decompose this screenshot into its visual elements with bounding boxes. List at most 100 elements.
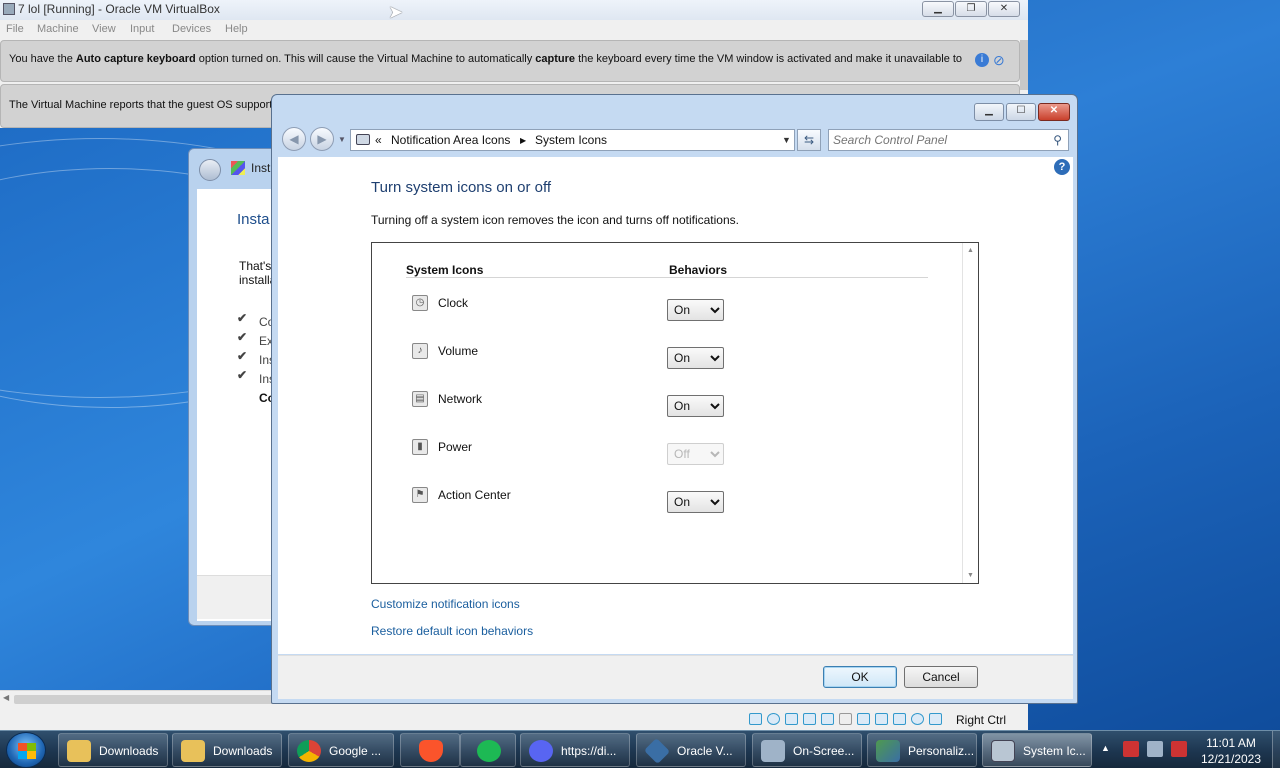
taskbar: Downloads Downloads Google ... https://d… (0, 730, 1280, 768)
windows-logo-icon (18, 751, 36, 759)
taskbar-button-discord[interactable]: https://di... (520, 733, 630, 767)
discord-icon (529, 740, 553, 762)
taskbar-button-system-icons[interactable]: System Ic... (982, 733, 1092, 767)
vbox-minimize-button[interactable]: ▁ (922, 1, 954, 17)
action-center-behavior-select[interactable]: On (667, 491, 724, 513)
network-icon: ▤ (412, 391, 428, 407)
show-hidden-icons-icon[interactable]: ▲ (1101, 743, 1110, 753)
address-dropdown-icon[interactable]: ▼ (782, 135, 791, 145)
help-icon[interactable]: ? (1054, 159, 1070, 175)
auto-capture-message: You have the Auto capture keyboard optio… (9, 53, 962, 65)
search-icon[interactable]: ⚲ (1053, 133, 1062, 147)
show-desktop-button[interactable] (1272, 731, 1280, 768)
row-label-volume: Volume (438, 344, 479, 358)
taskbar-button-brave[interactable] (400, 733, 460, 767)
cpu-icon[interactable] (893, 713, 906, 725)
optical-drive-icon[interactable] (767, 713, 780, 725)
volume-behavior-select[interactable]: On (667, 347, 724, 369)
menu-machine[interactable]: Machine (37, 23, 79, 35)
restore-default-behaviors-link[interactable]: Restore default icon behaviors (371, 624, 533, 638)
menu-input[interactable]: Input (130, 23, 154, 35)
guest-os-message: The Virtual Machine reports that the gue… (9, 99, 278, 111)
recent-pages-dropdown-icon[interactable]: ▼ (338, 135, 346, 144)
display-icon[interactable] (857, 713, 870, 725)
clock-behavior-select[interactable]: On (667, 299, 724, 321)
windows-logo-icon (231, 161, 245, 175)
vbox-close-button[interactable]: ✕ (988, 1, 1020, 17)
taskbar-button-spotify[interactable] (460, 733, 516, 767)
usb-icon[interactable] (821, 713, 834, 725)
banner-scrollbar[interactable] (1020, 40, 1028, 90)
network-icon[interactable] (803, 713, 816, 725)
menu-devices[interactable]: Devices (172, 23, 211, 35)
mouse-integration-icon[interactable] (911, 713, 924, 725)
action-center-tray-icon[interactable] (1123, 741, 1139, 757)
menu-file[interactable]: File (6, 23, 24, 35)
menu-view[interactable]: View (92, 23, 116, 35)
taskbar-label: Downloads (99, 744, 159, 758)
back-button[interactable]: ◀ (282, 127, 306, 151)
taskbar-button-chrome[interactable]: Google ... (288, 733, 394, 767)
taskbar-button-on-screen-keyboard[interactable]: On-Scree... (752, 733, 862, 767)
dont-show-icon[interactable]: ⊘ (993, 52, 1005, 69)
taskbar-label: Personaliz... (908, 744, 975, 758)
virtualbox-app-icon (3, 3, 15, 15)
network-behavior-select[interactable]: On (667, 395, 724, 417)
menu-help[interactable]: Help (225, 23, 248, 35)
mouse-cursor-icon: ➤ (388, 2, 404, 22)
scroll-up-icon[interactable]: ▲ (967, 247, 974, 254)
start-button[interactable] (6, 732, 46, 768)
close-button[interactable]: ✕ (1038, 103, 1070, 121)
system-clock[interactable]: 11:01 AM 12/21/2023 (1196, 735, 1266, 767)
breadcrumb-chevron-icon[interactable]: ▶ (520, 136, 526, 145)
spotify-icon (477, 740, 501, 762)
checkmark-icon: ✔ (237, 349, 248, 363)
taskbar-button-downloads-1[interactable]: Downloads (58, 733, 168, 767)
search-box[interactable]: ⚲ (828, 129, 1069, 151)
taskbar-label: On-Scree... (793, 744, 855, 758)
installer-back-button[interactable] (199, 159, 221, 181)
forward-button[interactable]: ▶ (310, 127, 334, 151)
breadcrumb-notification-area-icons[interactable]: Notification Area Icons (391, 133, 510, 147)
breadcrumb-separator[interactable]: « (375, 133, 382, 147)
customize-notification-icons-link[interactable]: Customize notification icons (371, 597, 520, 611)
network-tray-icon[interactable] (1147, 741, 1163, 757)
dialog-footer: OK Cancel (278, 655, 1073, 699)
brave-icon (419, 740, 443, 762)
clock-icon: ◷ (412, 295, 428, 311)
ok-button[interactable]: OK (823, 666, 897, 688)
row-label-action-center: Action Center (438, 488, 511, 502)
keyboard-capture-icon[interactable] (929, 713, 942, 725)
system-icons-window: ▁ ☐ ✕ ◀ ▶ ▼ « Notification Area Icons ▶ … (271, 94, 1078, 704)
taskbar-button-personalization[interactable]: Personaliz... (867, 733, 977, 767)
scroll-left-icon[interactable]: ◀ (3, 693, 9, 702)
shared-folders-icon[interactable] (839, 713, 852, 725)
taskbar-button-virtualbox[interactable]: Oracle V... (636, 733, 746, 767)
cancel-button[interactable]: Cancel (904, 666, 978, 688)
address-bar[interactable]: « Notification Area Icons ▶ System Icons… (350, 129, 795, 151)
hard-disk-icon[interactable] (749, 713, 762, 725)
scrollbar-thumb[interactable] (14, 695, 274, 704)
banner-text: option turned on. This will cause the Vi… (195, 53, 536, 65)
info-icon[interactable]: i (975, 53, 989, 67)
control-panel-icon (991, 740, 1015, 762)
maximize-button[interactable]: ☐ (1006, 103, 1036, 121)
volume-icon: ♪ (412, 343, 428, 359)
vbox-restore-button[interactable]: ❐ (955, 1, 987, 17)
taskbar-label: Google ... (329, 744, 382, 758)
minimize-button[interactable]: ▁ (974, 103, 1004, 121)
list-scrollbar[interactable]: ▲ ▼ (962, 243, 978, 583)
taskbar-label: https://di... (561, 744, 617, 758)
breadcrumb-system-icons[interactable]: System Icons (535, 133, 607, 147)
audio-icon[interactable] (785, 713, 798, 725)
vbox-status-bar: Right Ctrl (0, 708, 1028, 730)
installer-title: Inst (251, 161, 271, 175)
volume-muted-tray-icon[interactable] (1171, 741, 1187, 757)
taskbar-button-downloads-2[interactable]: Downloads (172, 733, 282, 767)
computer-icon (356, 134, 370, 145)
video-capture-icon[interactable] (875, 713, 888, 725)
column-header-behaviors: Behaviors (669, 263, 728, 277)
refresh-button[interactable]: ⇆ (797, 129, 821, 151)
search-input[interactable] (833, 132, 1043, 148)
scroll-down-icon[interactable]: ▼ (967, 572, 974, 579)
